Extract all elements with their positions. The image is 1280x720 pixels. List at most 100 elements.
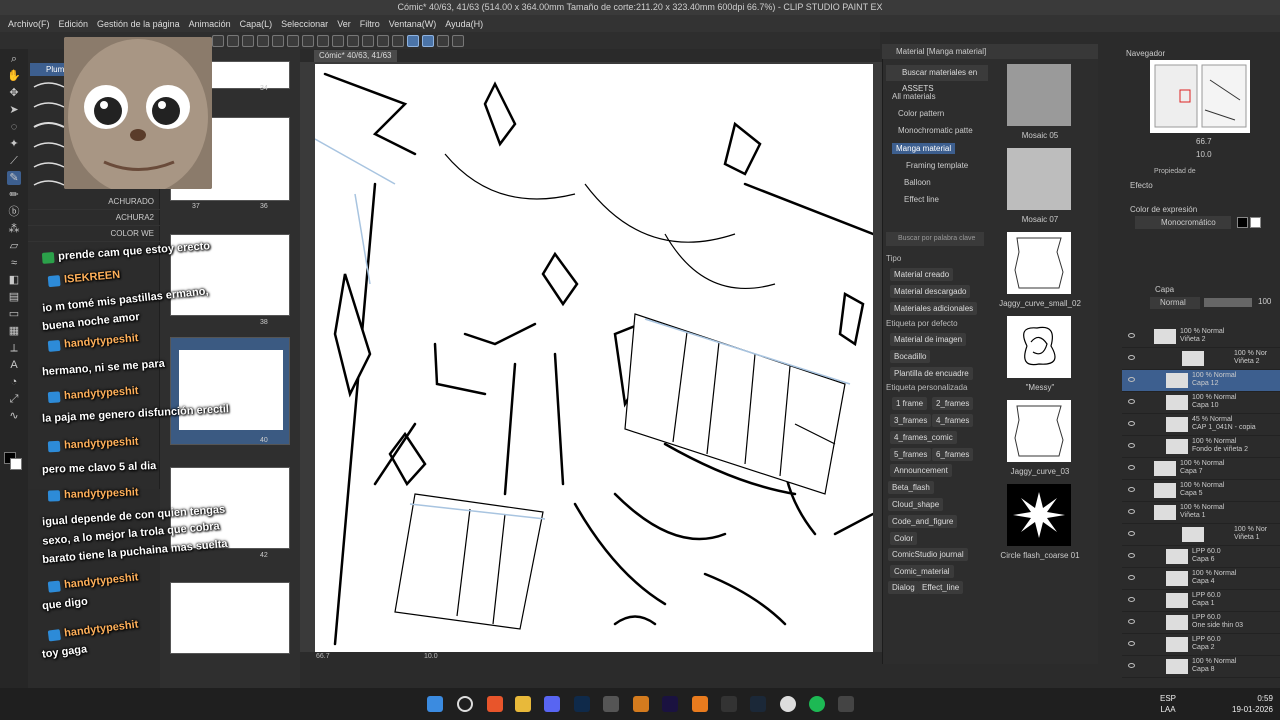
layer-row[interactable]: LPP 60.0 Capa 2 xyxy=(1122,634,1280,656)
zoom-icon[interactable]: ⌕ xyxy=(7,52,21,66)
layer-row[interactable]: 100 % Normal Viñeta 1 xyxy=(1122,502,1280,524)
spotify-icon[interactable] xyxy=(809,696,825,712)
material-tree-item[interactable]: Manga material xyxy=(892,143,956,154)
page-icon[interactable] xyxy=(257,34,269,47)
layer-row[interactable]: 100 % Normal Capa 4 xyxy=(1122,568,1280,590)
material-thumbnail[interactable] xyxy=(1007,484,1071,546)
brush-item-achurado[interactable]: ACHURADO xyxy=(28,194,160,210)
menu-item[interactable]: Ayuda(H) xyxy=(445,19,492,29)
menu-item[interactable]: Capa(L) xyxy=(240,19,282,29)
start-icon[interactable] xyxy=(427,696,443,712)
language-indicator[interactable]: ESP LAA xyxy=(1160,693,1176,715)
taskbar-clock[interactable]: 0:59 19-01-2026 xyxy=(1232,693,1273,715)
layer-row[interactable]: 45 % Normal CAP 1_041N - copia xyxy=(1122,414,1280,436)
tag-button[interactable]: 6_frames xyxy=(932,448,974,461)
eye-icon[interactable] xyxy=(1128,421,1135,426)
navigator-preview[interactable] xyxy=(1150,60,1250,133)
material-thumbnail[interactable] xyxy=(1007,316,1071,378)
menu-item[interactable]: Filtro xyxy=(360,19,389,29)
tag-button[interactable]: Comic_material xyxy=(890,565,954,578)
expression-color-select[interactable]: Monocromático xyxy=(1135,216,1231,229)
layer-row[interactable]: 100 % Normal Fondo de viñeta 2 xyxy=(1122,436,1280,458)
opacity-slider[interactable] xyxy=(1204,298,1252,307)
tag-button[interactable]: Cloud_shape xyxy=(888,498,944,511)
tag-button[interactable]: 4_frames_comic xyxy=(890,431,957,444)
search-icon[interactable] xyxy=(457,696,473,712)
material-tree-item[interactable]: Framing template xyxy=(906,161,968,170)
brush-item-achura2[interactable]: ACHURA2 xyxy=(28,210,160,226)
eye-icon[interactable] xyxy=(1128,663,1135,668)
material-tree-item[interactable]: Effect line xyxy=(904,195,939,204)
tag-button[interactable]: 4_frames xyxy=(932,414,974,427)
figure-icon[interactable]: ▭ xyxy=(7,307,21,321)
tag-button[interactable]: Material descargado xyxy=(890,285,971,298)
snap-ruler-icon[interactable] xyxy=(407,34,419,47)
firefox-icon[interactable] xyxy=(633,696,649,712)
tag-button[interactable]: Dialog xyxy=(888,581,919,594)
wand-icon[interactable]: ✦ xyxy=(7,137,21,151)
tag-button[interactable]: Code_and_figure xyxy=(888,515,958,528)
eye-icon[interactable] xyxy=(1128,355,1135,360)
eye-icon[interactable] xyxy=(1128,399,1135,404)
eye-icon[interactable] xyxy=(1128,509,1135,514)
airbrush-icon[interactable]: ⁂ xyxy=(7,222,21,236)
steam-icon[interactable] xyxy=(750,696,766,712)
blend-icon[interactable]: ≈ xyxy=(7,256,21,270)
open-icon[interactable] xyxy=(227,34,239,47)
eye-icon[interactable] xyxy=(1128,465,1135,470)
menu-item[interactable]: Animación xyxy=(189,19,240,29)
canvas-tab[interactable]: Cómic* 40/63, 41/63 xyxy=(314,50,397,62)
material-tree-item[interactable]: Color pattern xyxy=(898,109,944,118)
layer-row[interactable]: 100 % Nor Viñeta 1 xyxy=(1122,524,1280,546)
material-tree-item[interactable]: Monochromatic patte xyxy=(898,126,973,135)
brave-icon[interactable] xyxy=(487,696,503,712)
menu-item[interactable]: Ventana(W) xyxy=(389,19,446,29)
page2-icon[interactable] xyxy=(272,34,284,47)
settings-icon[interactable] xyxy=(452,34,464,47)
layer-row[interactable]: 100 % Normal Capa 12 xyxy=(1122,370,1280,392)
clip-studio-icon[interactable] xyxy=(780,696,796,712)
tag-button[interactable]: ComicStudio journal xyxy=(888,548,968,561)
menu-item[interactable]: Archivo(F) xyxy=(0,19,59,29)
brush-icon[interactable]: ⓑ xyxy=(7,205,21,219)
material-thumbnail[interactable] xyxy=(1007,148,1071,210)
eye-icon[interactable] xyxy=(1128,487,1135,492)
material-thumbnail[interactable] xyxy=(1007,64,1071,126)
eye-icon[interactable] xyxy=(1128,597,1135,602)
material-thumbnail[interactable] xyxy=(1007,400,1071,462)
ruler-icon[interactable] xyxy=(392,34,404,47)
tag-button[interactable]: 2_frames xyxy=(932,397,974,410)
discord-icon[interactable] xyxy=(544,696,560,712)
eye-icon[interactable] xyxy=(1128,619,1135,624)
obs-icon[interactable] xyxy=(603,696,619,712)
tag-button[interactable]: Material creado xyxy=(890,268,954,281)
app-icon[interactable] xyxy=(692,696,708,712)
layer-row[interactable]: 100 % Normal Capa 7 xyxy=(1122,458,1280,480)
hand-icon[interactable]: ✋ xyxy=(7,69,21,83)
snap-special-icon[interactable] xyxy=(422,34,434,47)
tag-button[interactable]: Plantilla de encuadre xyxy=(890,367,973,380)
eraser-icon[interactable]: ▱ xyxy=(7,239,21,253)
layer-row[interactable]: LPP 60.0 One side thin 03 xyxy=(1122,612,1280,634)
move-icon[interactable]: ✥ xyxy=(7,86,21,100)
fill-icon[interactable] xyxy=(347,34,359,47)
blend-mode-select[interactable]: Normal xyxy=(1150,297,1200,309)
layer-row[interactable]: LPP 60.0 Capa 6 xyxy=(1122,546,1280,568)
photoshop-icon[interactable] xyxy=(574,696,590,712)
layer-row[interactable]: 100 % Normal Capa 10 xyxy=(1122,392,1280,414)
save-icon[interactable] xyxy=(242,34,254,47)
crop-icon[interactable] xyxy=(362,34,374,47)
correct-line-icon[interactable]: ∿ xyxy=(7,409,21,423)
menu-item[interactable]: Gestión de la página xyxy=(97,19,189,29)
redo-icon[interactable] xyxy=(317,34,329,47)
new-icon[interactable] xyxy=(212,34,224,47)
layer-row[interactable]: 100 % Normal Capa 5 xyxy=(1122,480,1280,502)
premiere-icon[interactable] xyxy=(662,696,678,712)
undo-icon[interactable] xyxy=(302,34,314,47)
drawing-canvas[interactable] xyxy=(315,64,873,652)
frame-icon[interactable]: ▦ xyxy=(7,324,21,338)
material-tree-item[interactable]: Balloon xyxy=(904,178,931,187)
tag-button[interactable]: Material de imagen xyxy=(890,333,967,346)
expression-white-swatch[interactable] xyxy=(1250,217,1261,228)
material-thumbnail[interactable] xyxy=(1007,232,1071,294)
